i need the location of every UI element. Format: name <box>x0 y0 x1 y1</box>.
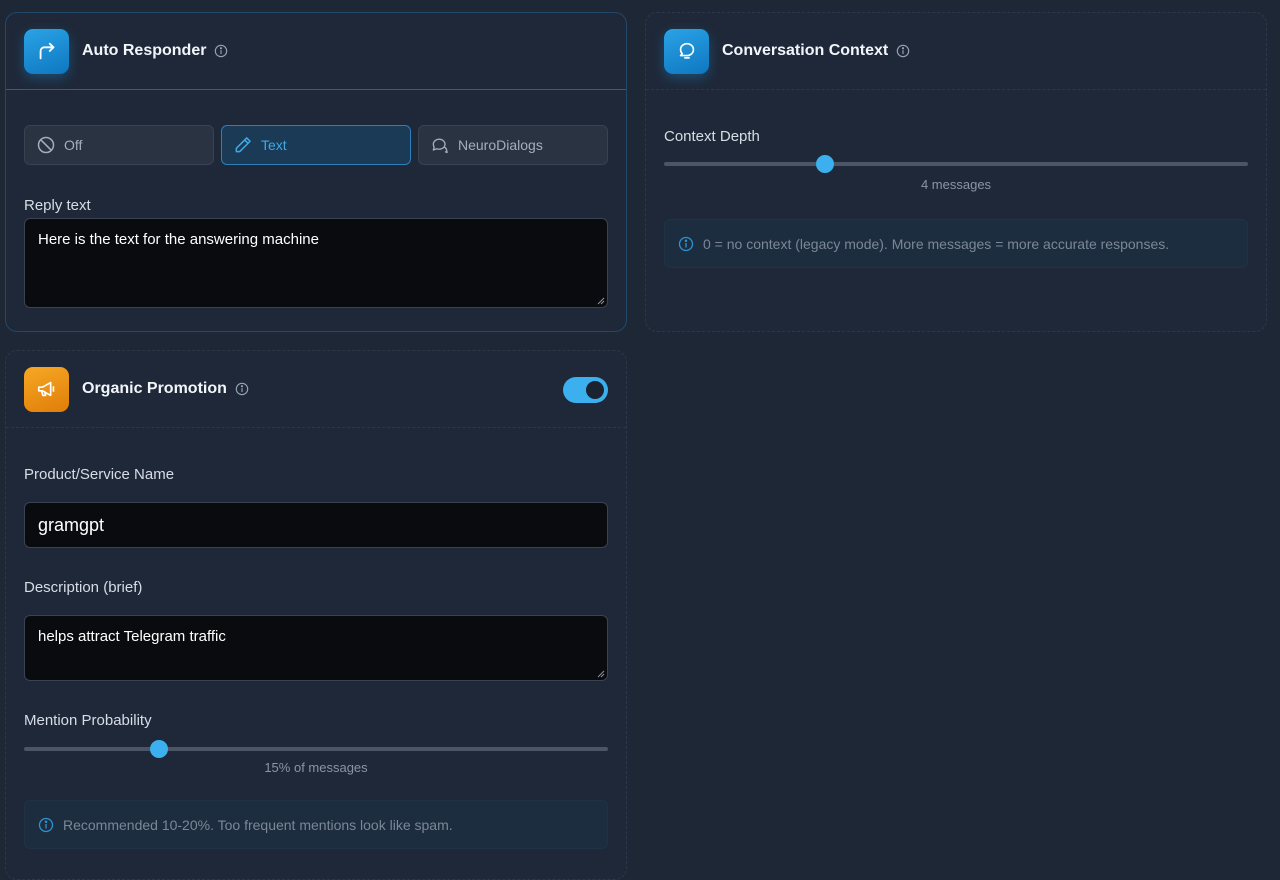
info-icon[interactable] <box>214 44 228 58</box>
description-value: helps attract Telegram traffic <box>38 628 226 645</box>
promotion-note-text: Recommended 10-20%. Too frequent mention… <box>63 816 453 833</box>
info-icon[interactable] <box>896 44 910 58</box>
auto-responder-header: Auto Responder <box>6 13 626 90</box>
mode-neurodialogs-button[interactable]: NeuroDialogs <box>418 125 608 165</box>
slider-thumb[interactable] <box>149 740 168 758</box>
mention-probability-slider[interactable] <box>24 739 608 759</box>
conversation-context-header: Conversation Context <box>646 13 1266 90</box>
megaphone-icon <box>24 366 69 412</box>
pencil-icon <box>235 137 251 153</box>
product-name-value: gramgpt <box>38 514 105 535</box>
context-depth-label: Context Depth <box>664 128 760 145</box>
mode-neurodialogs-label: NeuroDialogs <box>458 137 543 153</box>
info-icon[interactable] <box>235 382 249 396</box>
resize-handle-icon[interactable] <box>597 670 605 678</box>
reply-text-field[interactable]: Here is the text for the answering machi… <box>24 218 608 308</box>
product-name-label: Product/Service Name <box>24 466 175 483</box>
context-info-note: 0 = no context (legacy mode). More messa… <box>664 219 1248 268</box>
mode-off-button[interactable]: Off <box>24 125 214 165</box>
mention-probability-caption: 15% of messages <box>264 760 368 775</box>
mention-probability-label: Mention Probability <box>24 712 152 729</box>
auto-responder-title: Auto Responder <box>82 42 207 59</box>
mode-text-button[interactable]: Text <box>221 125 411 165</box>
toggle-knob <box>586 381 604 399</box>
organic-promotion-header: Organic Promotion <box>6 351 626 428</box>
auto-responder-card: Auto Responder Off Text NeuroDialogs Rep… <box>5 12 627 332</box>
info-icon <box>678 236 694 251</box>
info-icon <box>38 817 54 832</box>
slider-thumb[interactable] <box>815 155 834 173</box>
conversation-context-card: Conversation Context Context Depth 4 mes… <box>645 12 1267 332</box>
promotion-info-note: Recommended 10-20%. Too frequent mention… <box>24 800 608 849</box>
ban-icon <box>37 136 55 154</box>
context-depth-caption: 4 messages <box>920 177 992 192</box>
promotion-toggle[interactable] <box>563 377 608 403</box>
description-field[interactable]: helps attract Telegram traffic <box>24 615 608 681</box>
redirect-arrow-icon <box>24 28 69 74</box>
product-name-field[interactable]: gramgpt <box>24 502 608 548</box>
resize-handle-icon[interactable] <box>597 297 605 305</box>
mode-off-label: Off <box>64 137 83 153</box>
reply-text-label: Reply text <box>24 197 91 214</box>
description-label: Description (brief) <box>24 579 143 596</box>
reply-text-value: Here is the text for the answering machi… <box>38 231 319 248</box>
conversation-context-title: Conversation Context <box>722 42 889 59</box>
chat-bubbles-icon <box>432 138 448 154</box>
chat-search-icon <box>664 28 709 74</box>
slider-track <box>664 162 1248 166</box>
mode-selector: Off Text NeuroDialogs <box>24 125 608 165</box>
slider-track <box>24 747 608 751</box>
mode-text-label: Text <box>261 137 287 153</box>
context-note-text: 0 = no context (legacy mode). More messa… <box>703 235 1170 252</box>
organic-promotion-card: Organic Promotion Product/Service Name g… <box>5 350 627 880</box>
context-depth-slider[interactable] <box>664 154 1248 174</box>
organic-promotion-title: Organic Promotion <box>82 380 227 397</box>
